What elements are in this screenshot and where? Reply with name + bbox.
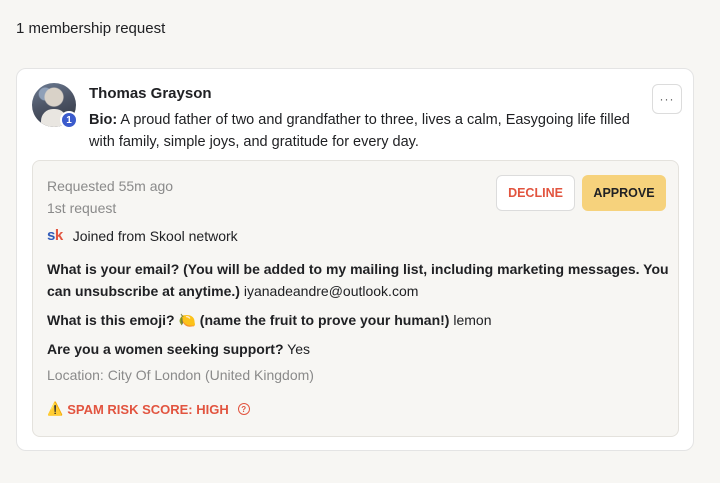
question-text: Are you a women seeking support? [47, 341, 284, 357]
request-count: 1st request [47, 200, 117, 216]
answer-text: lemon [453, 312, 492, 328]
spam-risk-text: SPAM RISK SCORE: HIGH [67, 401, 229, 417]
user-bio: Bio: A proud father of two and grandfath… [89, 109, 649, 153]
more-options-button[interactable]: ··· [652, 84, 682, 114]
avatar-container[interactable]: 1 [32, 83, 78, 129]
answer-email: What is your email? (You will be added t… [47, 258, 672, 302]
skool-logo-icon: sk [47, 227, 63, 244]
decline-button[interactable]: DECLINE [496, 175, 575, 211]
page-title: 1 membership request [16, 20, 166, 37]
answer-emoji: What is this emoji? 🍋 (name the fruit to… [47, 309, 672, 331]
request-details-panel: Requested 55m ago 1st request DECLINE AP… [32, 160, 679, 437]
answer-text: Yes [287, 341, 310, 357]
level-badge: 1 [60, 111, 78, 129]
user-name[interactable]: Thomas Grayson [89, 85, 212, 102]
answer-text: iyanadeandre@outlook.com [243, 283, 419, 299]
membership-request-card: 1 Thomas Grayson Bio: A proud father of … [16, 68, 694, 451]
join-source-text: Joined from Skool network [72, 227, 238, 244]
warning-icon: ⚠️ [47, 401, 64, 416]
location-text: Location: City Of London (United Kingdom… [47, 367, 314, 383]
question-text: What is this emoji? 🍋 (name the fruit to… [47, 312, 450, 328]
requested-time: Requested 55m ago [47, 178, 174, 194]
spam-risk-score: ⚠️ SPAM RISK SCORE: HIGH ? [47, 401, 250, 417]
bio-text: A proud father of two and grandfather to… [89, 112, 630, 150]
more-icon: ··· [659, 92, 675, 106]
approve-button[interactable]: APPROVE [582, 175, 666, 211]
join-source: sk Joined from Skool network [47, 227, 238, 244]
bio-label: Bio: [89, 112, 118, 128]
help-icon[interactable]: ? [237, 403, 250, 415]
answer-support: Are you a women seeking support? Yes [47, 338, 672, 360]
